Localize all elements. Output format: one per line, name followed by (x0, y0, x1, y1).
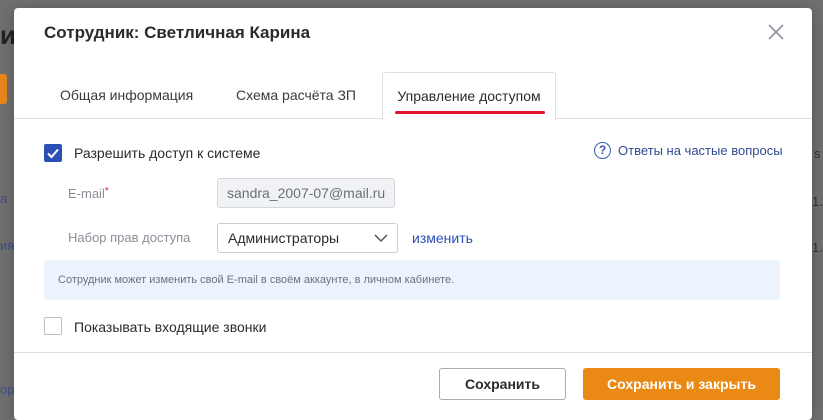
background-right-fragment: 1.0 (812, 240, 823, 255)
tab-general-info[interactable]: Общая информация (60, 72, 193, 119)
save-and-close-button[interactable]: Сохранить и закрыть (583, 368, 780, 400)
tab-salary-scheme[interactable]: Схема расчёта ЗП (236, 72, 356, 119)
email-field[interactable]: sandra_2007-07@mail.ru (217, 178, 395, 208)
background-link-fragment: ор (0, 382, 15, 397)
employee-modal: Сотрудник: Светличная Карина Общая инфор… (14, 8, 812, 420)
tab-bar: Общая информация Схема расчёта ЗП Управл… (14, 72, 812, 120)
access-rights-label: Набор прав доступа (68, 230, 191, 245)
access-rights-select[interactable]: Администраторы (217, 223, 398, 253)
email-info-note: Сотрудник может изменить свой E-mail в с… (44, 260, 780, 300)
required-mark: * (104, 186, 109, 197)
background-link-fragment: a (0, 191, 8, 206)
show-incoming-calls-label: Показывать входящие звонки (74, 319, 267, 335)
tab-access-management[interactable]: Управление доступом (382, 72, 556, 120)
question-icon: ? (594, 141, 611, 159)
modal-title: Сотрудник: Светличная Карина (44, 23, 311, 42)
chevron-down-icon (374, 234, 388, 243)
tab-access-management-label: Управление доступом (397, 88, 541, 104)
access-content: Разрешить доступ к системе ? Ответы на ч… (14, 120, 812, 352)
close-icon[interactable] (766, 22, 786, 42)
active-tab-underline (395, 111, 545, 114)
faq-link[interactable]: ? Ответы на частые вопросы (594, 140, 783, 160)
background-right-fragment: 1.0 (812, 194, 823, 209)
access-rights-value: Администраторы (228, 230, 340, 246)
email-label-text: E-mail (68, 186, 105, 201)
save-button[interactable]: Сохранить (439, 368, 566, 400)
allow-access-label: Разрешить доступ к системе (74, 145, 261, 161)
allow-access-checkbox[interactable] (44, 144, 62, 162)
email-label: E-mail* (68, 186, 109, 201)
checkmark-icon (47, 148, 59, 159)
change-rights-link[interactable]: изменить (412, 230, 473, 246)
faq-link-label: Ответы на частые вопросы (618, 142, 783, 158)
modal-footer: Сохранить Сохранить и закрыть (14, 352, 812, 420)
background-link-fragment: ия (0, 238, 15, 253)
modal-header: Сотрудник: Светличная Карина (14, 8, 812, 58)
background-orange-button-fragment (0, 74, 7, 104)
background-right-fragment: s (814, 146, 821, 161)
show-incoming-calls-checkbox[interactable] (44, 317, 62, 335)
